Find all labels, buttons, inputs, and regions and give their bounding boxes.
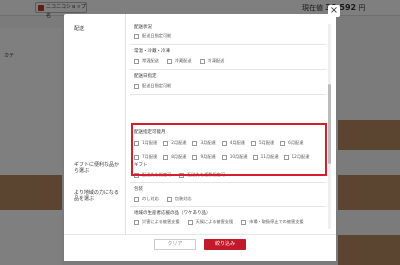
checkbox-label: 天候による被害支援: [195, 219, 234, 224]
category-gift: ギフトに便利な品から選ぶ: [74, 162, 120, 174]
checkbox-label: 配送日指定可能: [142, 83, 172, 88]
checkbox-label: 配送日指定可能: [142, 33, 172, 38]
category-region: より地域の力になる品を選ぶ: [74, 190, 119, 202]
wrap-row: のし対応 包装対応: [134, 196, 200, 202]
checkbox-icon[interactable]: [199, 58, 205, 64]
checkbox-icon[interactable]: [187, 219, 193, 225]
checkbox-region-1[interactable]: 災害による被害支援: [134, 219, 180, 225]
checkbox-icon[interactable]: [134, 83, 139, 89]
section-timing-label: 配送日指定: [134, 74, 157, 79]
divider: [130, 69, 326, 70]
checkbox-temp-normal[interactable]: 常温配送: [134, 58, 159, 64]
scrollbar-thumb[interactable]: [328, 84, 331, 164]
modal-footer: クリア 絞り込み: [64, 234, 336, 261]
checkbox-label: 常温配送: [142, 58, 159, 63]
checkbox-wrap-2[interactable]: 包装対応: [166, 196, 192, 202]
section-wrap-label: 包装: [134, 187, 143, 192]
temperature-row: 常温配送 冷蔵配送 冷凍配送: [134, 58, 232, 64]
checkbox-icon[interactable]: [166, 196, 172, 202]
highlight-box: [131, 123, 327, 176]
category-shipping: 配送: [74, 26, 85, 32]
filter-modal: 配送 ギフトに便利な品から選ぶ より地域の力になる品を選ぶ 配送状況 配送日指定…: [64, 14, 336, 261]
checkbox-label: 包装対応: [174, 196, 192, 201]
checkbox-icon[interactable]: [134, 58, 139, 64]
checkbox-label: 災害による被害支援: [142, 219, 180, 224]
divider: [130, 206, 326, 207]
checkbox-icon[interactable]: [134, 196, 139, 202]
apply-filter-button[interactable]: 絞り込み: [204, 239, 246, 250]
checkbox-icon[interactable]: [166, 58, 172, 64]
checkbox-icon[interactable]: [134, 33, 139, 39]
checkbox-icon[interactable]: [241, 219, 247, 225]
divider: [130, 182, 326, 183]
checkbox-region-3[interactable]: 市場・取扱停止での被害支援: [241, 219, 304, 225]
checkbox-wrap-1[interactable]: のし対応: [134, 196, 159, 202]
checkbox-label: のし対応: [142, 196, 159, 201]
section-shipping-status-label: 配送状況: [134, 25, 152, 30]
clear-button[interactable]: クリア: [154, 239, 196, 250]
checkbox-label: 冷凍配送: [207, 58, 225, 63]
checkbox-temp-frozen[interactable]: 冷凍配送: [199, 58, 225, 64]
timing-row: 配送日指定可能: [134, 83, 179, 89]
checkbox-region-2[interactable]: 天候による被害支援: [187, 219, 234, 225]
section-temperature-label: 常温・冷蔵・冷凍: [134, 49, 170, 54]
section-region-label: 地域の生産者応援の品（ワケあり品）: [134, 211, 211, 216]
checkbox-label: 冷蔵配送: [174, 58, 192, 63]
divider: [130, 94, 326, 95]
category-column: 配送 ギフトに便利な品から選ぶ より地域の力になる品を選ぶ: [64, 14, 126, 234]
region-row: 災害による被害支援 天候による被害支援 市場・取扱停止での被害支援: [134, 219, 312, 225]
divider: [130, 44, 326, 45]
checkbox-timing[interactable]: 配送日指定可能: [134, 83, 171, 89]
checkbox-label: 市場・取扱停止での被害支援: [249, 219, 304, 224]
shipping-status-row: 配送日指定可能: [134, 33, 179, 39]
checkbox-icon[interactable]: [134, 219, 139, 225]
checkbox-shipping-status[interactable]: 配送日指定可能: [134, 33, 171, 39]
checkbox-temp-chilled[interactable]: 冷蔵配送: [166, 58, 192, 64]
